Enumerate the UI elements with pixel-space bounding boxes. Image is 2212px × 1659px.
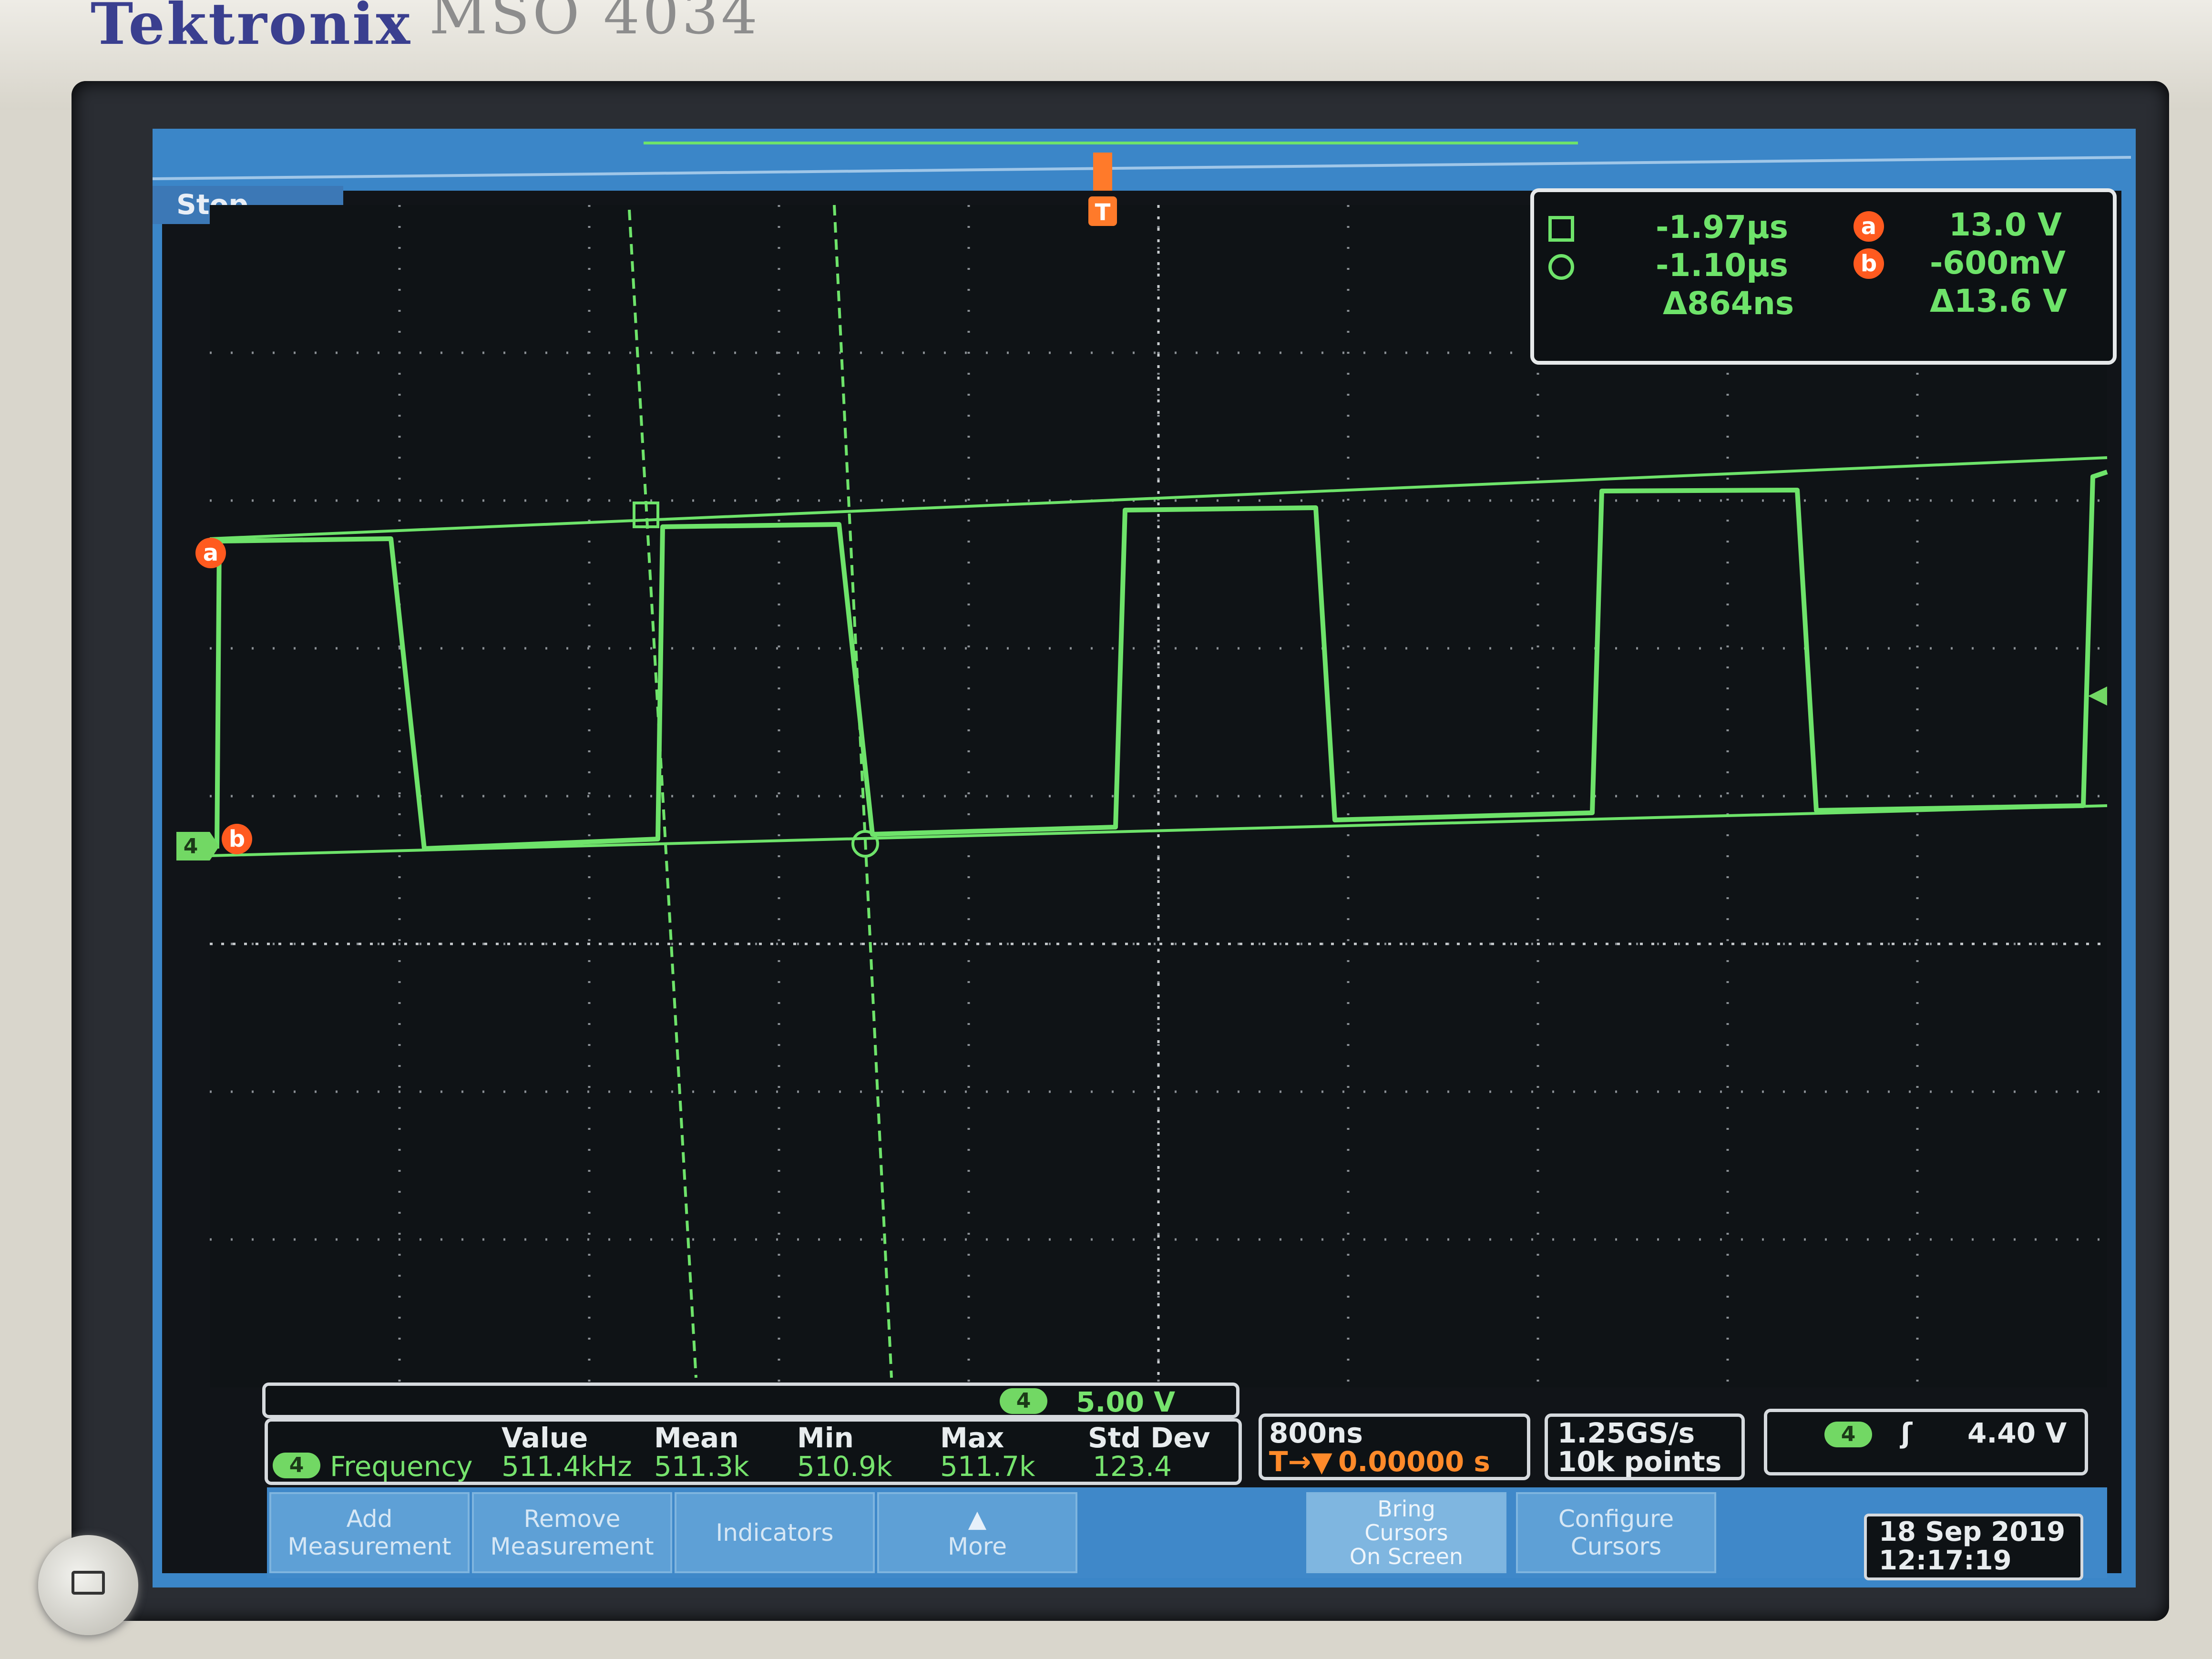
add-measurement-button[interactable]: Add Measurement bbox=[269, 1492, 470, 1573]
measurement-value: 511.4kHz bbox=[502, 1450, 632, 1483]
measurement-min: 510.9k bbox=[797, 1450, 892, 1483]
more-button[interactable]: ▲ More bbox=[877, 1492, 1077, 1573]
trigger-position-marker bbox=[1093, 153, 1112, 191]
record-length: 10k points bbox=[1557, 1445, 1722, 1478]
measurement-header-stddev: Std Dev bbox=[1088, 1422, 1210, 1454]
horizontal-panel[interactable]: 800ns T→▼ 0.00000 s bbox=[1259, 1413, 1530, 1480]
measurement-stddev: 123.4 bbox=[1093, 1450, 1172, 1483]
rising-edge-icon: ʃ bbox=[1901, 1417, 1913, 1449]
measurement-header-mean: Mean bbox=[654, 1422, 739, 1454]
delay-icon: T→▼ bbox=[1269, 1445, 1332, 1478]
measurement-mean: 511.3k bbox=[654, 1450, 749, 1483]
cursor-b-voltage: -600mV bbox=[1930, 245, 2066, 281]
readout-marker-b: b bbox=[1854, 248, 1884, 279]
printer-icon bbox=[72, 1571, 105, 1595]
cursor-time-delta: Δ864ns bbox=[1663, 285, 1794, 322]
measurement-header-min: Min bbox=[797, 1422, 854, 1454]
time-cursor-a bbox=[628, 209, 697, 1378]
cursor-b-time: -1.10µs bbox=[1656, 247, 1789, 284]
configure-cursors-button[interactable]: Configure Cursors bbox=[1516, 1492, 1716, 1573]
trigger-level: 4.40 V bbox=[1967, 1417, 2067, 1449]
measurement-header-value: Value bbox=[502, 1422, 588, 1454]
channel-4-ground-label: 4 bbox=[184, 834, 198, 859]
waveform-record-outline bbox=[152, 156, 2131, 180]
print-button[interactable] bbox=[38, 1535, 138, 1635]
cursor-a-square-icon bbox=[1548, 216, 1574, 242]
cursor-a-time: -1.97µs bbox=[1656, 209, 1789, 246]
trigger-level-marker bbox=[2088, 686, 2107, 706]
datetime-display: 18 Sep 2019 12:17:19 bbox=[1864, 1514, 2083, 1580]
measurement-channel-badge: 4 bbox=[273, 1453, 320, 1478]
up-arrow-icon: ▲ bbox=[968, 1505, 987, 1533]
channel-scale-bar[interactable]: 4 5.00 V bbox=[262, 1382, 1239, 1418]
cursor-b-circle-icon bbox=[1548, 254, 1574, 280]
cursor-a-marker: a bbox=[195, 538, 226, 568]
measurement-name: Frequency bbox=[330, 1450, 473, 1483]
trigger-panel[interactable]: 4 ʃ 4.40 V bbox=[1764, 1409, 2088, 1475]
measurement-max: 511.7k bbox=[940, 1450, 1035, 1483]
cursor-a-voltage: 13.0 V bbox=[1949, 206, 2062, 243]
cursor-b-marker: b bbox=[222, 824, 252, 854]
trigger-marker-label: T bbox=[1095, 199, 1111, 226]
sample-rate: 1.25GS/s bbox=[1557, 1417, 1695, 1449]
indicators-button[interactable]: Indicators bbox=[675, 1492, 875, 1573]
time: 12:17:19 bbox=[1879, 1545, 2012, 1576]
horizontal-delay: 0.00000 s bbox=[1338, 1445, 1490, 1478]
cursor-voltage-delta: Δ13.6 V bbox=[1930, 283, 2067, 319]
channel-4-badge: 4 bbox=[1000, 1388, 1047, 1414]
channel-4-trace bbox=[215, 470, 2108, 851]
time-cursor-b bbox=[833, 205, 893, 1378]
time-per-division: 800ns bbox=[1269, 1417, 1363, 1449]
date: 18 Sep 2019 bbox=[1879, 1516, 2066, 1547]
trigger-channel-badge: 4 bbox=[1824, 1422, 1872, 1447]
measurement-header-max: Max bbox=[940, 1422, 1004, 1454]
readout-marker-a: a bbox=[1854, 211, 1884, 242]
cursor-readout: -1.97µs -1.10µs Δ864ns a b 13.0 V -600mV… bbox=[1530, 188, 2117, 365]
channel-4-scale: 5.00 V bbox=[1076, 1386, 1176, 1418]
measurement-panel[interactable]: Value Mean Min Max Std Dev 4 Frequency 5… bbox=[265, 1418, 1242, 1485]
bring-cursors-on-screen-button[interactable]: Bring Cursors On Screen bbox=[1306, 1492, 1506, 1573]
acquisition-panel[interactable]: 1.25GS/s 10k points bbox=[1545, 1413, 1745, 1480]
remove-measurement-button[interactable]: Remove Measurement bbox=[472, 1492, 672, 1573]
